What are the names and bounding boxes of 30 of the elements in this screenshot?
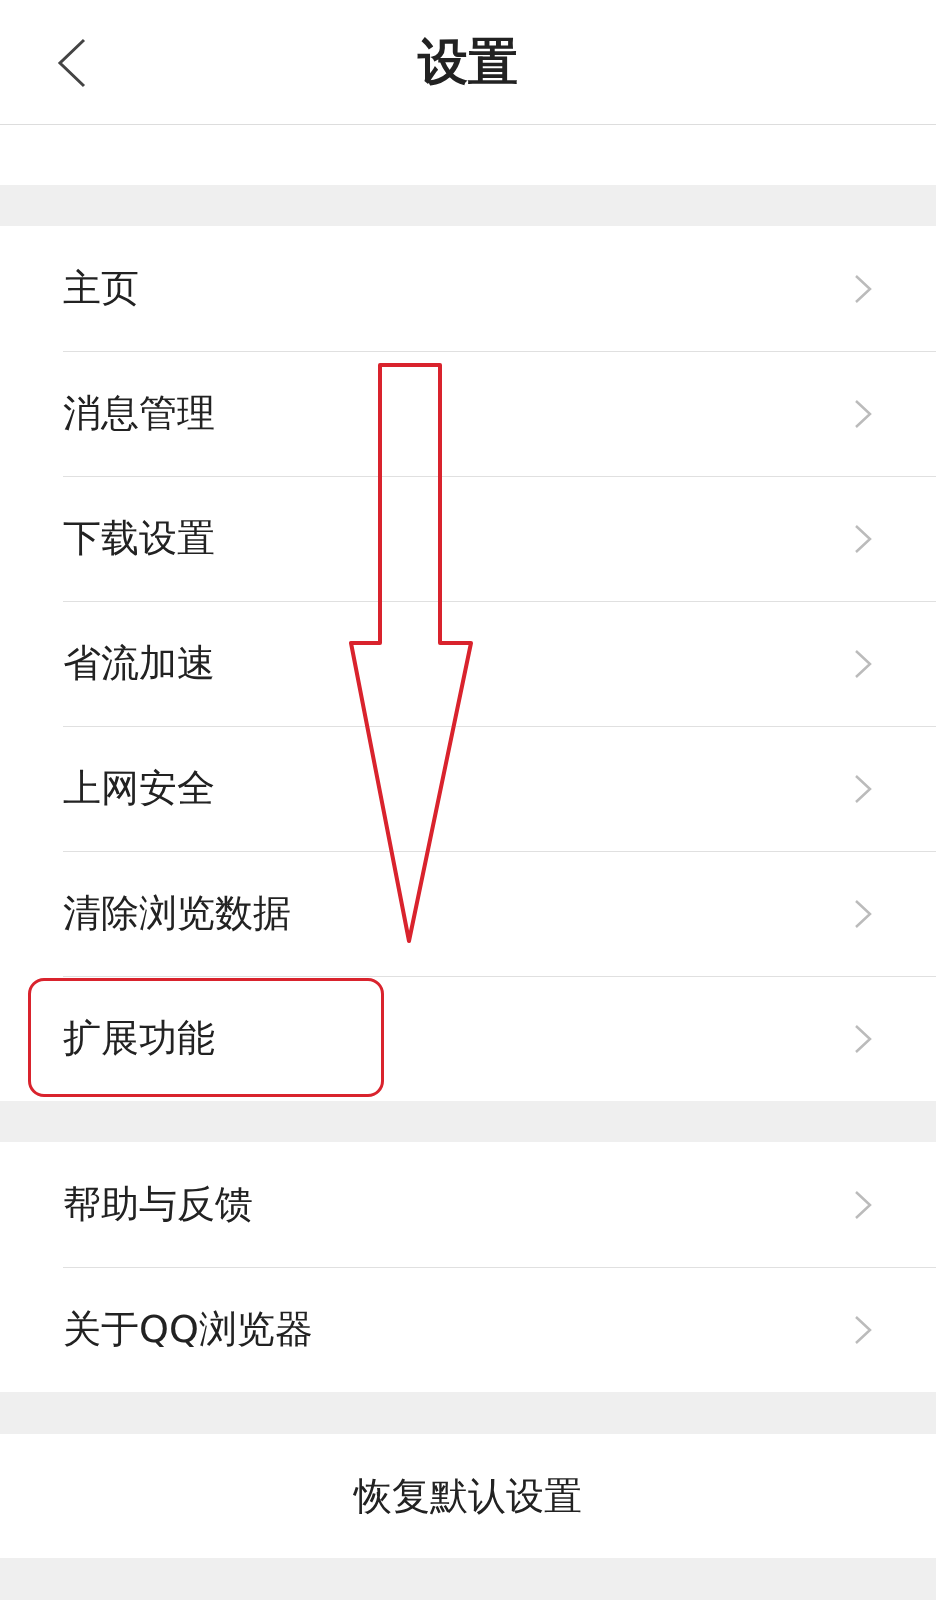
settings-row[interactable]: 消息管理 (0, 351, 936, 476)
chevron-icon (854, 398, 872, 429)
row-label: 下载设置 (63, 515, 215, 562)
row-label: 清除浏览数据 (63, 890, 291, 937)
chevron-icon (854, 273, 872, 304)
chevron-icon (854, 523, 872, 554)
row-label: 省流加速 (63, 640, 215, 687)
chevron-icon (854, 1189, 872, 1220)
row-label: 关于QQ浏览器 (63, 1306, 313, 1353)
row-label: 扩展功能 (63, 1015, 215, 1062)
settings-row[interactable]: 帮助与反馈 (0, 1142, 936, 1267)
chevron-icon (854, 773, 872, 804)
reset-defaults-button[interactable]: 恢复默认设置 (0, 1434, 936, 1558)
settings-row[interactable]: 清除浏览数据 (0, 851, 936, 976)
settings-row[interactable]: 下载设置 (0, 476, 936, 601)
chevron-icon (854, 648, 872, 679)
row-label: 帮助与反馈 (63, 1181, 253, 1228)
row-label: 消息管理 (63, 390, 215, 437)
back-icon[interactable] (56, 38, 88, 88)
settings-row[interactable]: 省流加速 (0, 601, 936, 726)
settings-row[interactable]: 扩展功能 (0, 976, 936, 1101)
settings-row[interactable]: 上网安全 (0, 726, 936, 851)
page-title: 设置 (418, 32, 518, 92)
row-label: 上网安全 (63, 765, 215, 812)
chevron-icon (854, 1314, 872, 1345)
chevron-icon (854, 1023, 872, 1054)
row-label: 主页 (63, 265, 139, 312)
settings-row[interactable]: 主页 (0, 226, 936, 351)
settings-row[interactable]: 关于QQ浏览器 (0, 1267, 936, 1392)
chevron-icon (854, 898, 872, 929)
